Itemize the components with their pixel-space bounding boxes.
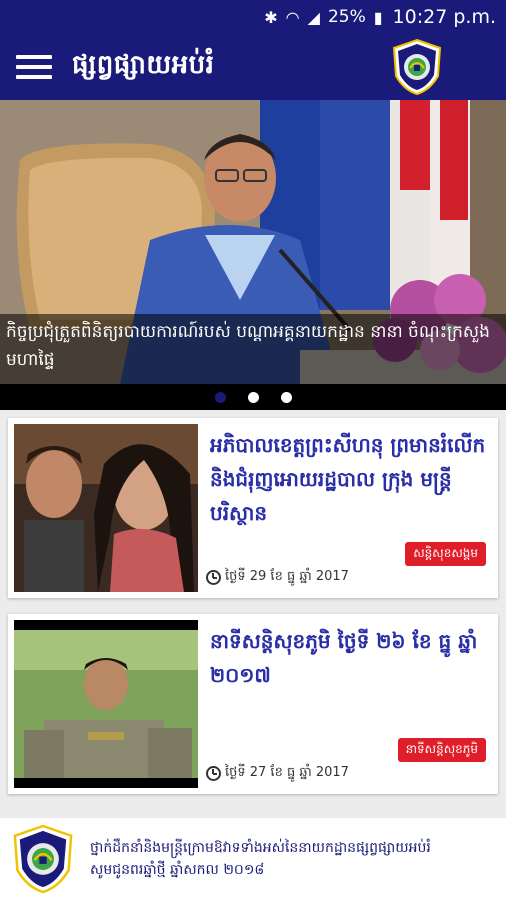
category-badge[interactable]: សន្តិសុខសង្គម: [405, 542, 486, 566]
article-card[interactable]: អភិបាលខេត្តព្រះសីហនុ ព្រមានរំលើកនិងជំរុញ…: [8, 418, 498, 598]
article-thumbnail: [14, 424, 198, 592]
clock-time: 10:27 p.m.: [392, 6, 496, 28]
hamburger-menu-icon[interactable]: [16, 55, 52, 79]
article-title[interactable]: នាទីសន្តិសុខភូមិ ថ្ងៃទី ២៦ ខែ ធ្នូ ឆ្នាំ…: [210, 624, 490, 692]
carousel-dot-1[interactable]: [214, 391, 226, 403]
police-emblem-logo: [392, 38, 442, 96]
category-badge[interactable]: នាទីសន្តិសុខភូមិ: [397, 738, 486, 762]
clock-icon: [206, 570, 221, 585]
featured-carousel[interactable]: កិច្ចប្រជុំត្រួតពិនិត្យរបាយការណ៍របស់ បណ្…: [0, 100, 506, 410]
battery-percent: 25%: [327, 7, 366, 27]
bluetooth-icon: ✱: [264, 7, 278, 27]
app-title: ផ្សព្វផ្សាយអប់រំ: [72, 50, 215, 80]
article-date-text: ថ្ងៃទី 27 ខែ ធ្នូ ឆ្នាំ 2017: [225, 765, 349, 780]
banner-line-2: សូមជូនពរឆ្នាំថ្មី ឆ្នាំសកល ២០១៨: [90, 862, 265, 878]
banner-text: ថ្នាក់ដឹកនាំនិងមន្ត្រីក្រោមឱវាទទាំងអស់នៃ…: [90, 837, 431, 881]
carousel-dot-3[interactable]: [280, 391, 292, 403]
signal-icon: ◢: [307, 7, 320, 27]
battery-icon: ▮: [373, 7, 383, 27]
article-title[interactable]: អភិបាលខេត្តព្រះសីហនុ ព្រមានរំលើកនិងជំរុញ…: [210, 428, 490, 530]
article-date: ថ្ងៃទី 29 ខែ ធ្នូ ឆ្នាំ 2017: [206, 568, 349, 587]
police-emblem-logo: [13, 824, 73, 894]
clock-icon: [206, 766, 221, 781]
wifi-icon: ◠: [285, 7, 300, 27]
article-date-text: ថ្ងៃទី 29 ខែ ធ្នូ ឆ្នាំ 2017: [225, 569, 349, 584]
banner-line-1: ថ្នាក់ដឹកនាំនិងមន្ត្រីក្រោមឱវាទទាំងអស់នៃ…: [90, 840, 431, 856]
article-thumbnail: [14, 620, 198, 788]
article-card[interactable]: នាទីសន្តិសុខភូមិ ថ្ងៃទី ២៦ ខែ ធ្នូ ឆ្នាំ…: [8, 614, 498, 794]
carousel-indicators: [0, 384, 506, 410]
app-bar: ផ្សព្វផ្សាយអប់រំ: [0, 34, 506, 100]
carousel-dot-2[interactable]: [247, 391, 259, 403]
carousel-caption: កិច្ចប្រជុំត្រួតពិនិត្យរបាយការណ៍របស់ បណ្…: [0, 314, 506, 384]
greeting-banner[interactable]: ថ្នាក់ដឹកនាំនិងមន្ត្រីក្រោមឱវាទទាំងអស់នៃ…: [0, 812, 506, 900]
article-date: ថ្ងៃទី 27 ខែ ធ្នូ ឆ្នាំ 2017: [206, 764, 349, 783]
status-bar: ✱ ◠ ◢ 25% ▮ 10:27 p.m.: [0, 0, 506, 34]
